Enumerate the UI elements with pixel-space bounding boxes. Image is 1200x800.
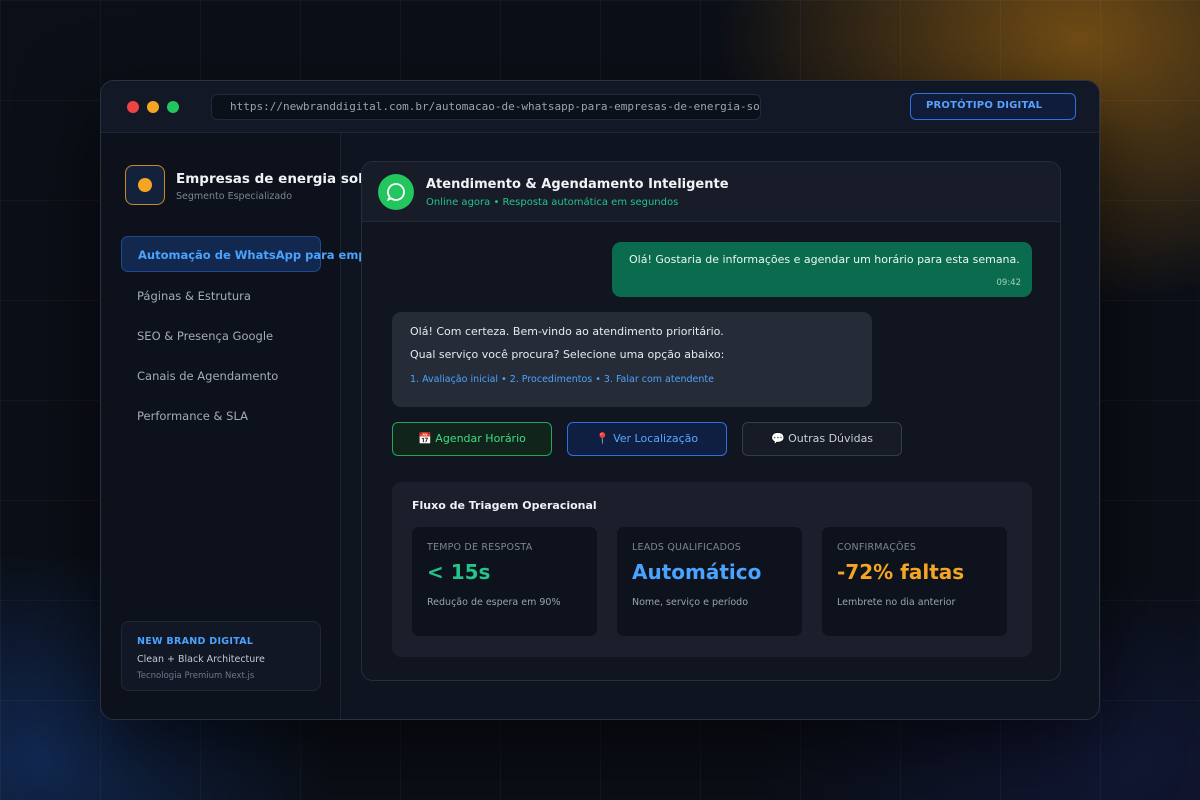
metric-value: Automático bbox=[632, 560, 762, 584]
sidebar-item-pages-structure[interactable]: Páginas & Estrutura bbox=[121, 278, 321, 314]
metric-card-qualified-leads: LEADS QUALIFICADOS Automático Nome, serv… bbox=[617, 527, 802, 636]
incoming-message-line1: Olá! Com certeza. Bem-vindo ao atendimen… bbox=[410, 325, 724, 338]
metric-card-response-time: TEMPO DE RESPOSTA < 15s Redução de esper… bbox=[412, 527, 597, 636]
chat-title: Atendimento & Agendamento Inteligente bbox=[426, 177, 729, 192]
brand-card-title: NEW BRAND DIGITAL bbox=[137, 636, 254, 647]
chat-panel: Atendimento & Agendamento Inteligente On… bbox=[361, 161, 1061, 681]
triage-flow-card: Fluxo de Triagem Operacional TEMPO DE RE… bbox=[392, 482, 1032, 657]
metric-description: Nome, serviço e período bbox=[632, 597, 749, 608]
outgoing-message-text: Olá! Gostaria de informações e agendar u… bbox=[629, 253, 1020, 266]
metric-card-confirmations: CONFIRMAÇÕES -72% faltas Lembrete no dia… bbox=[822, 527, 1007, 636]
prototype-badge[interactable]: PROTÓTIPO DIGITAL bbox=[910, 93, 1076, 120]
brand-subtitle: Segmento Especializado bbox=[176, 191, 293, 202]
triage-flow-title: Fluxo de Triagem Operacional bbox=[412, 499, 597, 512]
metric-label: CONFIRMAÇÕES bbox=[837, 542, 917, 553]
chat-header: Atendimento & Agendamento Inteligente On… bbox=[362, 162, 1060, 222]
sidebar-item-whatsapp-automation[interactable]: Automação de WhatsApp para empresa bbox=[121, 236, 395, 272]
title-bar: https://newbranddigital.com.br/automacao… bbox=[101, 81, 1099, 133]
sidebar-item-scheduling-channels[interactable]: Canais de Agendamento bbox=[121, 358, 321, 394]
view-location-button[interactable]: 📍 Ver Localização bbox=[567, 422, 727, 456]
metric-label: TEMPO DE RESPOSTA bbox=[427, 542, 533, 553]
outgoing-message: Olá! Gostaria de informações e agendar u… bbox=[612, 242, 1032, 297]
other-questions-button[interactable]: 💬 Outras Dúvidas bbox=[742, 422, 902, 456]
address-bar[interactable]: https://newbranddigital.com.br/automacao… bbox=[211, 94, 761, 120]
sidebar: Empresas de energia solar Segmento Espec… bbox=[101, 133, 395, 719]
sidebar-item-seo[interactable]: SEO & Presença Google bbox=[121, 318, 321, 354]
incoming-message: Olá! Com certeza. Bem-vindo ao atendimen… bbox=[392, 312, 872, 407]
minimize-window-button[interactable] bbox=[147, 101, 159, 113]
maximize-window-button[interactable] bbox=[167, 101, 179, 113]
metric-description: Lembrete no dia anterior bbox=[837, 597, 956, 608]
sidebar-item-performance-sla[interactable]: Performance & SLA bbox=[121, 398, 321, 434]
metric-value: -72% faltas bbox=[837, 560, 965, 584]
close-window-button[interactable] bbox=[127, 101, 139, 113]
metric-value: < 15s bbox=[427, 560, 491, 584]
brand-title: Empresas de energia solar bbox=[176, 171, 379, 187]
browser-window: https://newbranddigital.com.br/automacao… bbox=[100, 80, 1100, 720]
metric-label: LEADS QUALIFICADOS bbox=[632, 542, 742, 553]
incoming-message-line2: Qual serviço você procura? Selecione uma… bbox=[410, 348, 725, 361]
chat-status: Online agora • Resposta automática em se… bbox=[426, 197, 679, 208]
metric-description: Redução de espera em 90% bbox=[427, 597, 561, 608]
incoming-message-options[interactable]: 1. Avaliação inicial • 2. Procedimentos … bbox=[410, 374, 714, 385]
whatsapp-icon bbox=[378, 174, 414, 210]
message-timestamp: 09:42 bbox=[996, 278, 1022, 288]
brand-card-line1: Clean + Black Architecture bbox=[137, 654, 265, 665]
brand-info-card: NEW BRAND DIGITAL Clean + Black Architec… bbox=[121, 621, 321, 691]
sun-circle-icon bbox=[125, 165, 165, 205]
schedule-button[interactable]: 📅 Agendar Horário bbox=[392, 422, 552, 456]
brand-card-line2: Tecnologia Premium Next.js bbox=[137, 671, 255, 681]
